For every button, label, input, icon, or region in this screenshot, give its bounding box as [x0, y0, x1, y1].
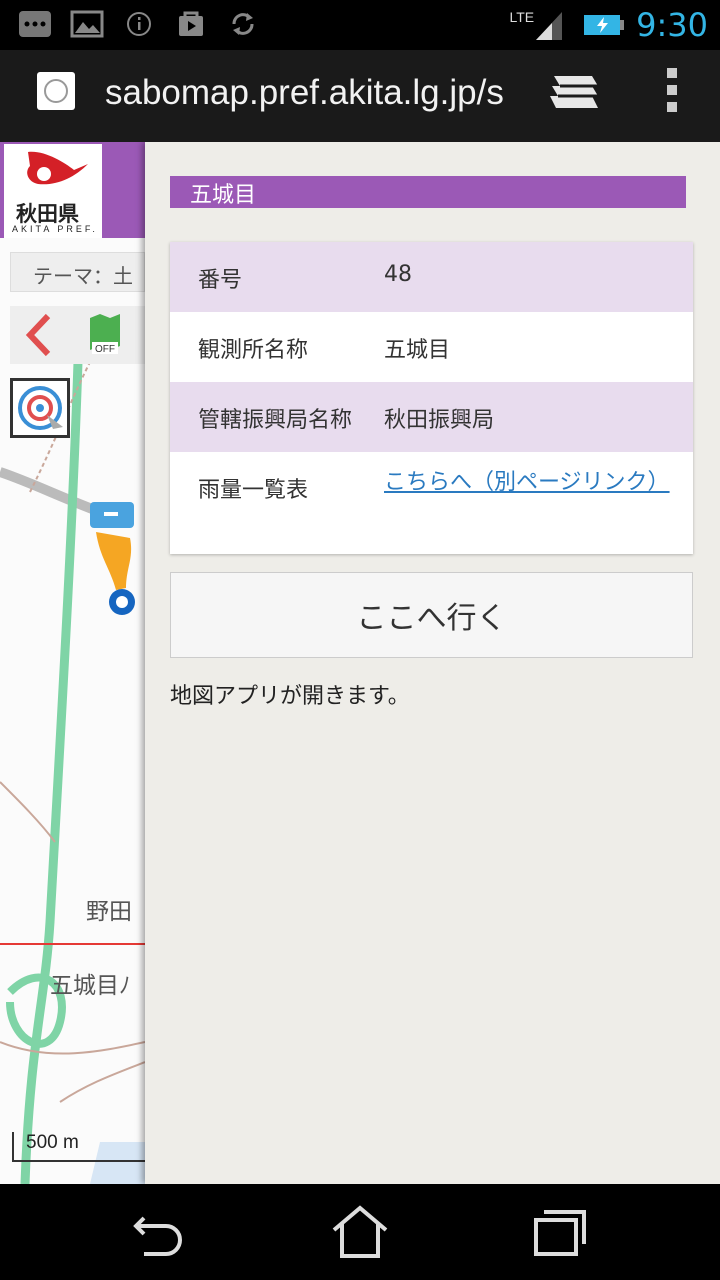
info-table: 番号 48 観測所名称 五城目 管轄振興局名称 秋田振興局 雨量一覧表 こちらへ… [170, 242, 693, 554]
clock: 9:30 [636, 6, 708, 44]
overflow-menu-icon[interactable] [660, 68, 684, 116]
info-icon [122, 8, 156, 40]
row-key: 観測所名称 [198, 338, 309, 363]
row-key: 番号 [198, 268, 243, 293]
row-value: 秋田振興局 [384, 408, 495, 433]
network-type: LTE [509, 9, 535, 25]
favicon-globe-icon [37, 72, 75, 110]
status-bar: LTE 9:30 [0, 0, 720, 50]
row-value: 48 [384, 262, 412, 287]
scale-bar: 500 m [12, 1132, 145, 1166]
map-label-noda: 野田 [86, 899, 132, 925]
table-row: 観測所名称 五城目 [170, 312, 693, 382]
chevron-left-icon[interactable] [24, 312, 54, 358]
logo-en: AKITA PREF. [12, 224, 98, 234]
scale-label: 500 m [26, 1132, 79, 1153]
svg-text:OFF: OFF [95, 344, 115, 355]
table-row: 雨量一覧表 こちらへ（別ページリンク） [170, 452, 693, 554]
info-panel: 五城目 番号 48 観測所名称 五城目 管轄振興局名称 秋田振興局 雨量一覧表 … [145, 142, 720, 1184]
go-here-button[interactable]: ここへ行く [170, 572, 693, 658]
table-row: 番号 48 [170, 242, 693, 312]
sync-icon [226, 8, 260, 40]
target-icon [18, 386, 63, 430]
back-icon[interactable] [130, 1204, 190, 1260]
map-app-note: 地図アプリが開きます。 [170, 684, 410, 709]
map-label-gojome: 五城目ﾉ [50, 973, 131, 999]
row-key: 管轄振興局名称 [198, 408, 353, 433]
row-key: 雨量一覧表 [198, 478, 309, 503]
map-roads [0, 361, 145, 1184]
map-nav-bar: OFF [10, 306, 145, 364]
notification-icons [18, 8, 260, 40]
map-view[interactable]: 秋田県 AKITA PREF. テーマ：土 OFF 野田 五城目ﾉ 500 m [0, 142, 145, 1184]
recent-apps-icon[interactable] [530, 1204, 590, 1260]
battery-charging-icon [584, 13, 626, 37]
image-icon [70, 8, 104, 40]
panel-title-bar: 五城目 [170, 176, 686, 208]
current-location-button[interactable] [10, 378, 70, 438]
home-icon[interactable] [330, 1204, 390, 1260]
tabs-stack-icon[interactable] [548, 72, 602, 112]
bbm-icon [18, 8, 52, 40]
web-content: 秋田県 AKITA PREF. テーマ：土 OFF 野田 五城目ﾉ 500 m … [0, 142, 720, 1184]
rain-gauge-marker-icon[interactable] [86, 498, 144, 618]
signal-icon [534, 8, 564, 42]
url-field[interactable]: sabomap.pref.akita.lg.jp/s [105, 73, 515, 113]
akita-pref-logo[interactable]: 秋田県 AKITA PREF. [4, 144, 102, 238]
rainfall-list-link[interactable]: こちらへ（別ページリンク） [384, 466, 670, 500]
system-nav-bar [0, 1184, 720, 1280]
panel-title: 五城目 [190, 183, 257, 208]
theme-label: テーマ：土 [33, 264, 133, 288]
table-row: 管轄振興局名称 秋田振興局 [170, 382, 693, 452]
map-layer-off-icon[interactable]: OFF [88, 312, 122, 356]
row-value: 五城目 [384, 338, 451, 363]
shopping-bag-icon [174, 8, 208, 40]
theme-selector[interactable]: テーマ：土 [10, 252, 145, 292]
